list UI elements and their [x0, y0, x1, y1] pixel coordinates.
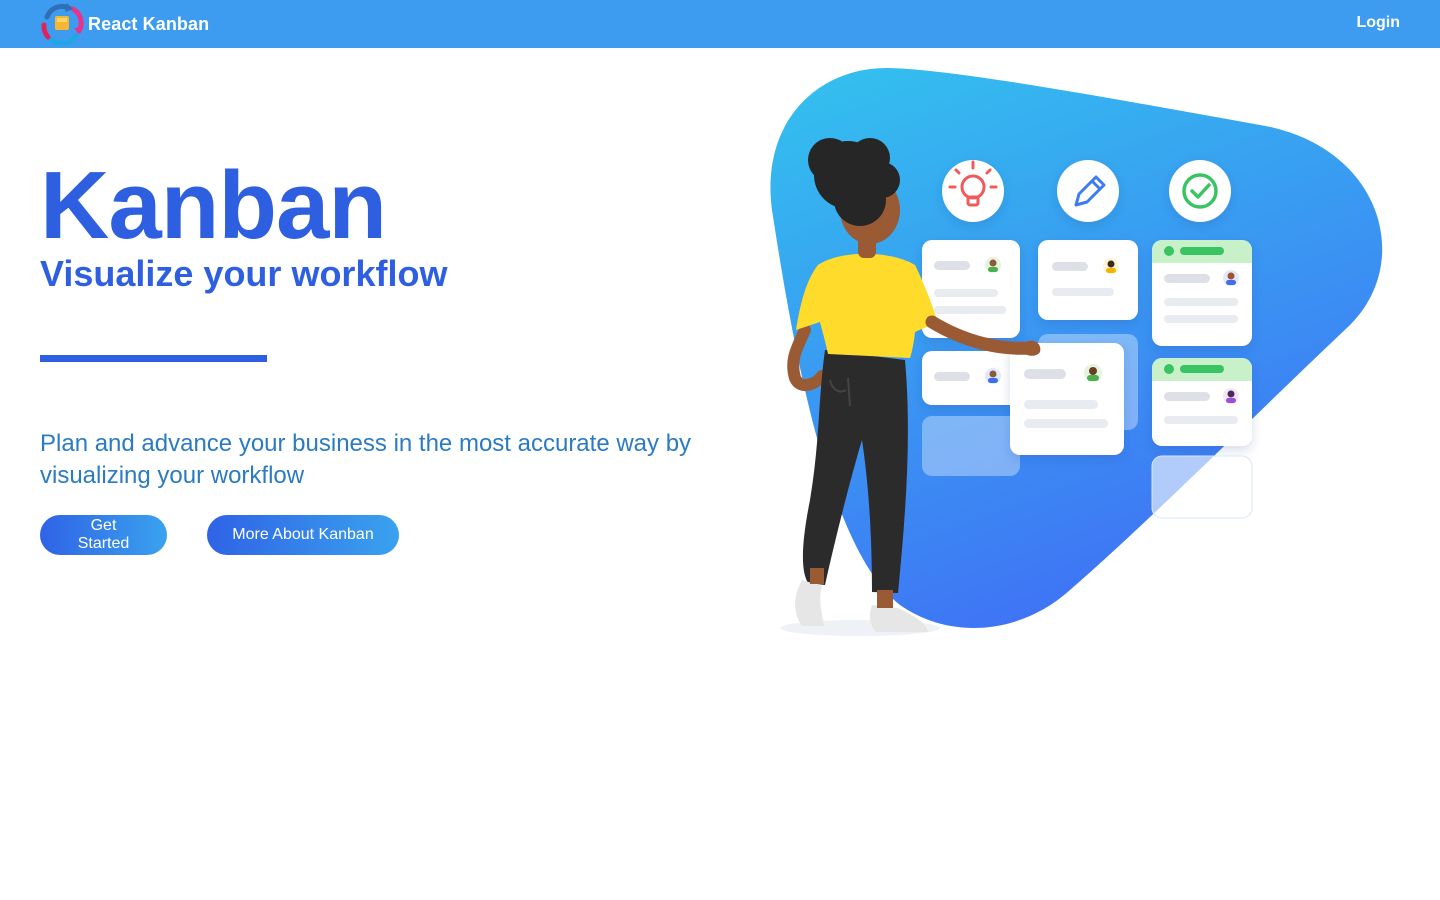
get-started-button[interactable]: Get Started: [40, 515, 167, 555]
kanban-board-illustration: [770, 67, 1383, 636]
card-col3-1: [1152, 240, 1252, 346]
card-col1-placeholder: [922, 416, 1020, 476]
card-col2-1: [1038, 240, 1138, 320]
card-col3-placeholder: [1151, 455, 1253, 519]
brand-name: React Kanban: [88, 13, 210, 34]
hero-divider: [40, 355, 267, 362]
card-col3-2: [1152, 358, 1252, 446]
more-about-kanban-button[interactable]: More About Kanban: [207, 515, 399, 555]
check-circle-icon: [1169, 160, 1231, 222]
kanban-cycle-logo-icon: [41, 3, 84, 45]
brand-link[interactable]: React Kanban: [40, 3, 209, 45]
lightbulb-icon: [942, 160, 1004, 222]
hero-subtitle: Visualize your workflow: [40, 253, 448, 294]
top-navbar: React Kanban Login: [0, 0, 1440, 48]
card-col1-2: [922, 351, 1020, 405]
card-col2-dragged: [1010, 343, 1124, 455]
hero-description: Plan and advance your business in the mo…: [40, 430, 692, 489]
pencil-icon: [1057, 160, 1119, 222]
hero-title: Kanban: [40, 152, 387, 259]
login-link[interactable]: Login: [1356, 14, 1400, 32]
